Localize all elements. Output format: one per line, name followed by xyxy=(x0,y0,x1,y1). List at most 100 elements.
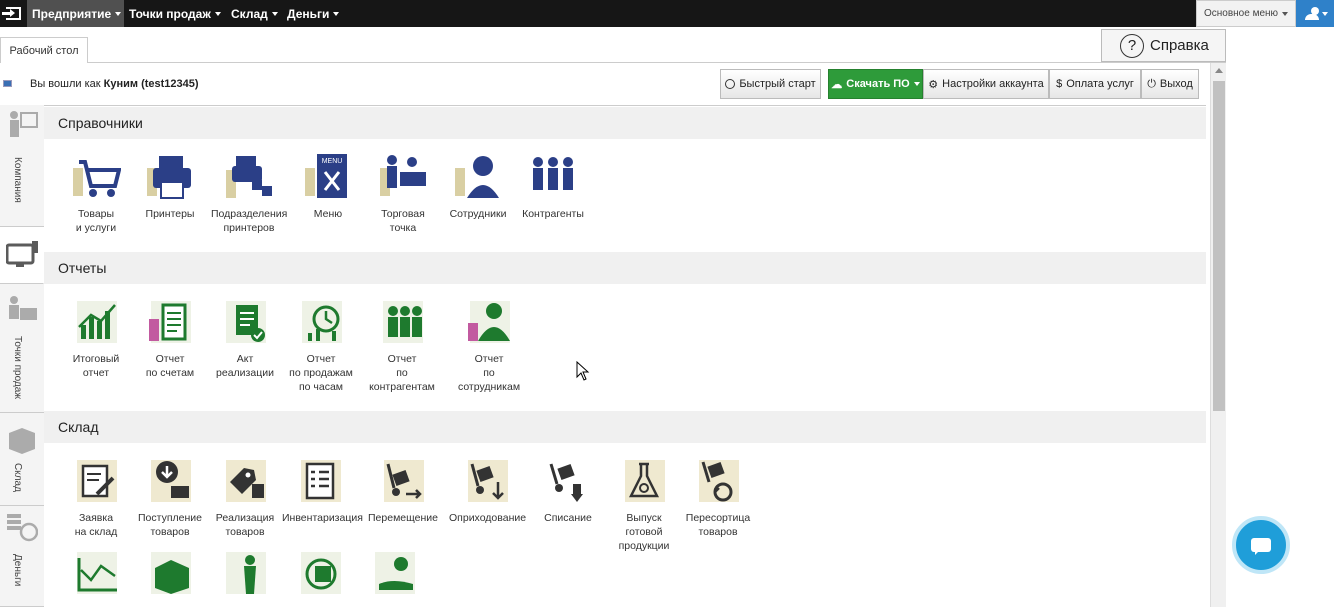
tile-row4-item-2[interactable] xyxy=(132,550,208,599)
scroll-up-icon[interactable] xyxy=(1215,68,1223,73)
tile-bills-report[interactable]: Отчет по счетам xyxy=(132,299,208,380)
tile-summary-report[interactable]: Итоговый отчет xyxy=(58,299,134,380)
tile-goods-services[interactable]: Товары и услуги xyxy=(58,154,134,235)
power-icon: ⏻ xyxy=(1147,77,1156,90)
sidebar-item-active[interactable] xyxy=(0,227,44,284)
write-off-icon xyxy=(549,460,589,502)
price-tag-icon xyxy=(226,460,266,502)
trend-chart-icon xyxy=(77,552,117,594)
user-menu-button[interactable] xyxy=(1296,0,1334,27)
top-navbar: Предприятие Точки продаж Склад Деньги Ос… xyxy=(0,0,1334,27)
main-menu-dropdown[interactable]: Основное меню xyxy=(1196,0,1296,27)
sidebar-item-points-of-sale[interactable]: Точки продаж xyxy=(0,284,44,413)
tile-printer-departments[interactable]: Подразделения принтеров xyxy=(211,154,287,235)
tile-menu-label: Меню xyxy=(313,208,343,220)
sign-out-icon[interactable] xyxy=(0,0,27,27)
menu-points-of-sale[interactable]: Точки продаж xyxy=(124,0,226,27)
tile-hourly-sales-report[interactable]: Отчет по продажам по часам xyxy=(283,299,359,394)
sidebar-item-money[interactable]: Деньги xyxy=(0,506,44,607)
menu-money-label: Деньги xyxy=(287,6,330,21)
download-label: Скачать ПО xyxy=(846,78,910,90)
caret-down-icon xyxy=(1282,11,1289,16)
sidebar-item-warehouse[interactable]: Склад xyxy=(0,413,44,506)
tile-row4-item-3[interactable] xyxy=(207,550,283,599)
tile-inventory[interactable]: Инвентаризация xyxy=(282,458,363,525)
presentation-icon xyxy=(10,111,38,137)
tab-desktop[interactable]: Рабочий стол xyxy=(0,37,88,63)
quick-start-label: Быстрый старт xyxy=(739,78,816,90)
sidebar-item-company[interactable]: Компания xyxy=(0,105,44,227)
account-settings-label: Настройки аккаунта xyxy=(942,78,1044,90)
monitor-icon xyxy=(6,241,38,267)
quick-start-button[interactable]: Быстрый старт xyxy=(720,69,821,99)
tile-row4-item-1[interactable] xyxy=(58,550,134,599)
tile-contractors-report[interactable]: Отчет по контрагентам xyxy=(364,299,440,394)
clock-report-icon xyxy=(302,301,342,343)
menu-money[interactable]: Деньги xyxy=(282,0,344,27)
tile-posting[interactable]: Оприходование xyxy=(449,458,526,525)
account-settings-button[interactable]: ⚙ Настройки аккаунта xyxy=(923,69,1049,99)
tile-contractors[interactable]: Контрагенты xyxy=(515,154,591,221)
menu-enterprise[interactable]: Предприятие xyxy=(27,0,124,27)
svg-text:MENU: MENU xyxy=(322,158,343,165)
dollar-icon: $ xyxy=(1056,78,1063,90)
tile-production-output-label: Выпуск готовой продукции xyxy=(618,512,670,552)
person-carrying-icon xyxy=(226,552,266,594)
menu-warehouse-label: Склад xyxy=(231,6,268,21)
tile-transfer[interactable]: Перемещение xyxy=(365,458,441,525)
tile-goods-receipt[interactable]: Поступление товаров xyxy=(132,458,208,539)
tab-desktop-label: Рабочий стол xyxy=(9,44,79,57)
tile-bills-report-label: Отчет по счетам xyxy=(145,353,195,379)
tile-employees-report-label: Отчет по сотрудникам xyxy=(457,353,521,393)
tile-printers[interactable]: Принтеры xyxy=(132,154,208,221)
menu-warehouse[interactable]: Склад xyxy=(226,0,283,27)
help-button[interactable]: ? Справка xyxy=(1101,29,1226,62)
tab-divider xyxy=(88,62,1226,63)
login-user: Куним (test12345) xyxy=(103,78,199,90)
contractors-group-icon xyxy=(533,157,573,190)
box-open-icon xyxy=(151,552,191,594)
menu-points-of-sale-label: Точки продаж xyxy=(129,6,211,21)
sidebar-item-warehouse-label: Склад xyxy=(12,463,23,492)
scrollbar-thumb[interactable] xyxy=(1213,81,1225,411)
tile-contractors-label: Контрагенты xyxy=(522,208,584,220)
menu-enterprise-label: Предприятие xyxy=(32,6,112,21)
login-prefix: Вы вошли как xyxy=(30,78,101,90)
question-icon: ? xyxy=(1120,33,1144,58)
tile-employees[interactable]: Сотрудники xyxy=(440,154,516,221)
group-report-icon xyxy=(383,301,423,343)
payment-button[interactable]: $ Оплата услуг xyxy=(1049,69,1141,99)
cloud-download-icon: ☁ xyxy=(831,78,843,91)
logout-label: Выход xyxy=(1159,78,1193,90)
tile-regrading[interactable]: Пересортица товаров xyxy=(680,458,756,539)
sidebar-item-company-label: Компания xyxy=(12,157,23,203)
logout-button[interactable]: ⏻ Выход xyxy=(1141,69,1199,99)
tile-write-off[interactable]: Списание xyxy=(530,458,606,525)
tile-warehouse-request[interactable]: Заявка на склад xyxy=(58,458,134,539)
tile-point-of-sale[interactable]: Торговая точка xyxy=(365,154,441,235)
caret-down-icon xyxy=(115,11,122,16)
clipboard-check-icon xyxy=(226,301,266,343)
receipt-report-icon xyxy=(149,301,191,343)
sidebar-item-points-of-sale-label: Точки продаж xyxy=(12,336,23,400)
chat-widget-button[interactable] xyxy=(1232,516,1290,574)
cashier-icon xyxy=(9,296,37,320)
tile-row4-item-4[interactable] xyxy=(282,550,358,599)
vertical-scrollbar[interactable] xyxy=(1210,63,1226,607)
tile-menu[interactable]: MENU Меню xyxy=(290,154,366,221)
tile-row4-item-5[interactable] xyxy=(356,550,432,599)
tile-sales-act[interactable]: Акт реализации xyxy=(207,299,283,380)
tile-production-output[interactable]: Выпуск готовой продукции xyxy=(606,458,682,553)
download-software-button[interactable]: ☁ Скачать ПО xyxy=(828,69,923,99)
tile-printer-departments-label: Подразделения принтеров xyxy=(211,208,288,234)
employee-report-icon xyxy=(468,301,510,343)
tile-write-off-label: Списание xyxy=(544,512,592,524)
book-cycle-icon xyxy=(301,552,341,594)
tile-employees-report[interactable]: Отчет по сотрудникам xyxy=(451,299,527,394)
posting-truck-icon xyxy=(468,460,508,502)
money-hand-icon xyxy=(375,552,415,594)
box-icon xyxy=(9,428,35,454)
hand-truck-icon xyxy=(384,460,424,502)
tile-regrading-label: Пересортица товаров xyxy=(685,512,751,538)
tile-goods-sales[interactable]: Реализация товаров xyxy=(207,458,283,539)
